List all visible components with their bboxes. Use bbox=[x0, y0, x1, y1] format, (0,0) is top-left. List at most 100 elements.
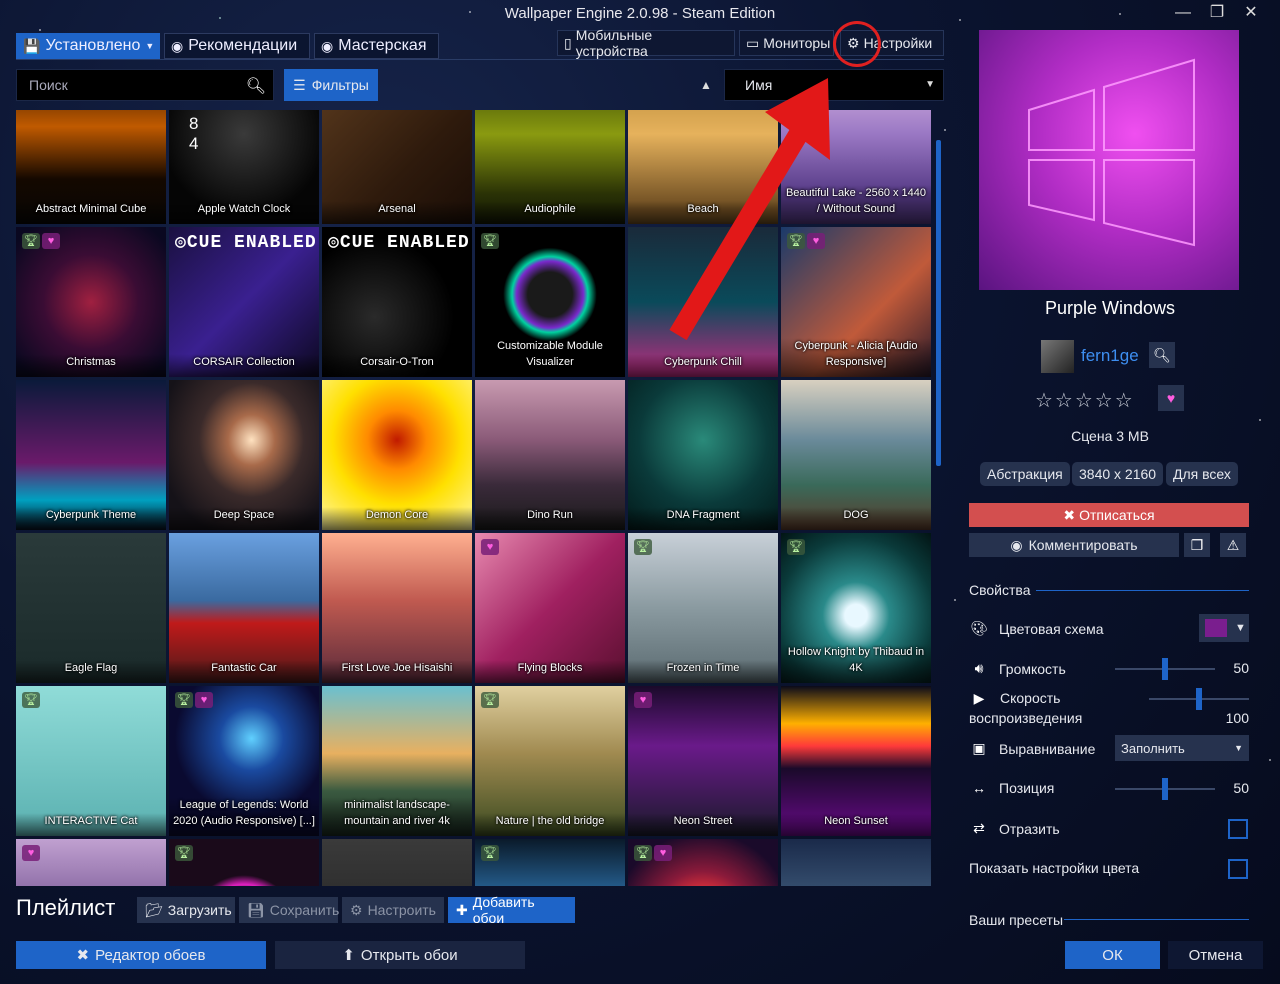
wallpaper-title: Frozen in Time bbox=[628, 660, 778, 683]
chevron-down-icon: ▼ bbox=[925, 79, 935, 90]
author-avatar[interactable] bbox=[1041, 340, 1074, 373]
tab-installed[interactable]: 💾 Установлено ▼ bbox=[16, 33, 160, 59]
wallpaper-title: Dino Run bbox=[475, 507, 625, 530]
heart-icon: ♥ bbox=[1166, 390, 1176, 406]
wallpaper-tile[interactable]: ♥ Flying Blocks bbox=[475, 533, 625, 683]
steam-icon: ◉ bbox=[171, 37, 184, 54]
wallpaper-tile[interactable]: 🏆︎ Hollow Knight by Thibaud in 4K bbox=[781, 533, 931, 683]
position-slider-handle[interactable] bbox=[1162, 778, 1168, 800]
close-button[interactable]: ✕ bbox=[1238, 3, 1264, 23]
search-icon[interactable]: 🔍︎ bbox=[246, 76, 266, 96]
comment-button[interactable]: ◉ Комментировать bbox=[969, 533, 1179, 557]
wallpaper-tile[interactable]: DNA Fragment bbox=[628, 380, 778, 530]
wallpaper-tile[interactable]: Deep Space bbox=[169, 380, 319, 530]
wallpaper-tile[interactable]: Dino Run bbox=[475, 380, 625, 530]
wallpaper-tile[interactable]: 🏆︎ Frozen in Time bbox=[628, 533, 778, 683]
copy-button[interactable]: ❐ bbox=[1184, 533, 1210, 557]
tile-badges: 🏆︎ bbox=[787, 539, 805, 555]
author-link[interactable]: fern1ge bbox=[1081, 346, 1139, 366]
wallpaper-tile[interactable]: 🏆︎ Nature | the old bridge bbox=[475, 686, 625, 836]
wallpaper-tile[interactable]: First Love Joe Hisaishi bbox=[322, 533, 472, 683]
steam-icon: ◉ bbox=[321, 37, 334, 54]
wallpaper-title: Neon Street bbox=[628, 813, 778, 836]
mirror-checkbox[interactable] bbox=[1228, 819, 1248, 839]
cancel-button[interactable]: Отмена bbox=[1168, 941, 1263, 969]
wallpaper-tile[interactable]: ♥ Neon Street bbox=[628, 686, 778, 836]
playlist-add-button[interactable]: ✚ Добавить обои bbox=[448, 894, 575, 926]
playlist-save-button[interactable]: 💾︎ Сохранить bbox=[239, 897, 340, 923]
wallpaper-tile[interactable]: ◎CUE ENABLED Corsair-O-Tron bbox=[322, 227, 472, 377]
wallpaper-title: Eagle Flag bbox=[16, 660, 166, 683]
wallpaper-tile[interactable]: Audiophile bbox=[475, 110, 625, 224]
volume-slider-handle[interactable] bbox=[1162, 658, 1168, 680]
wallpaper-tile[interactable]: 🏆︎ Customizable Module Visualizer bbox=[475, 227, 625, 377]
wallpaper-tile[interactable]: Cyberpunk Theme bbox=[16, 380, 166, 530]
wallpaper-tile[interactable]: 🏆︎ ♥ League of Legends: World 2020 (Audio … bbox=[169, 686, 319, 836]
unsubscribe-button[interactable]: ✖ Отписаться bbox=[969, 503, 1249, 527]
tab-workshop[interactable]: ◉ Мастерская bbox=[314, 33, 439, 59]
wallpaper-tile[interactable]: 🏆︎ bbox=[475, 839, 625, 886]
wallpaper-tile[interactable]: ♥ bbox=[16, 839, 166, 886]
playlist-load-button[interactable]: 📂︎ Загрузить bbox=[137, 897, 235, 923]
tools-icon: ✖ bbox=[76, 947, 90, 964]
report-button[interactable]: ⚠ bbox=[1220, 533, 1246, 557]
wallpaper-title: CORSAIR Collection bbox=[169, 354, 319, 377]
trophy-icon: 🏆︎ bbox=[481, 845, 499, 861]
tab-mobile-devices[interactable]: ▯ Мобильные устройства bbox=[557, 27, 735, 59]
playlist-load-label: Загрузить bbox=[167, 902, 232, 918]
wallpaper-tile[interactable]: ◎CUE ENABLED CORSAIR Collection bbox=[169, 227, 319, 377]
tile-badges: ♥ bbox=[22, 845, 40, 861]
wallpaper-tile[interactable]: 🏆︎ bbox=[169, 839, 319, 886]
volume-icon: 🔊︎ bbox=[974, 660, 984, 676]
alignment-select[interactable]: Заполнить ▼ bbox=[1115, 735, 1249, 761]
tag-item[interactable]: 3840 x 2160 bbox=[1072, 462, 1164, 486]
ok-button[interactable]: ОК bbox=[1065, 941, 1160, 969]
minimize-button[interactable]: — bbox=[1170, 3, 1196, 23]
wallpaper-editor-button[interactable]: ✖ Редактор обоев bbox=[16, 941, 266, 969]
wallpaper-tile[interactable]: 🏆︎ ♥ Christmas bbox=[16, 227, 166, 377]
tab-monitors[interactable]: ▭ Мониторы bbox=[739, 30, 834, 56]
restore-button[interactable]: ❐ bbox=[1204, 3, 1230, 23]
comment-label: Комментировать bbox=[1028, 537, 1138, 553]
tag-item[interactable]: Для всех bbox=[1166, 462, 1238, 486]
color-swatch bbox=[1205, 619, 1227, 637]
wallpaper-tile[interactable]: Arsenal bbox=[322, 110, 472, 224]
wallpaper-tile[interactable]: Abstract Minimal Cube bbox=[16, 110, 166, 224]
open-wallpaper-button[interactable]: ⬆ Открыть обои bbox=[275, 941, 525, 969]
favorite-button[interactable]: ♥ bbox=[1158, 385, 1184, 411]
swap-icon: ⇄ bbox=[973, 820, 985, 836]
wallpaper-title: Fantastic Car bbox=[169, 660, 319, 683]
speed-slider-handle[interactable] bbox=[1196, 688, 1202, 710]
tab-recommendations[interactable]: ◉ Рекомендации bbox=[164, 33, 310, 59]
heart-icon: ♥ bbox=[22, 845, 40, 861]
wallpaper-tile[interactable]: Neon Sunset bbox=[781, 686, 931, 836]
color-scheme-picker[interactable]: ▼ bbox=[1199, 614, 1249, 642]
close-icon: ✖ bbox=[1063, 506, 1076, 523]
wallpaper-tile[interactable]: 8 4 Apple Watch Clock bbox=[169, 110, 319, 224]
grid-scrollbar[interactable] bbox=[936, 140, 941, 466]
wallpaper-tile[interactable]: minimalist landscape-mountain and river … bbox=[322, 686, 472, 836]
author-search-button[interactable]: 🔍︎ bbox=[1149, 342, 1175, 368]
unsubscribe-label: Отписаться bbox=[1079, 507, 1155, 523]
wallpaper-tile[interactable]: 🏆︎ INTERACTIVE Cat bbox=[16, 686, 166, 836]
wallpaper-tile[interactable]: DOG bbox=[781, 380, 931, 530]
heart-icon: ♥ bbox=[42, 233, 60, 249]
prop-speed-label-1: Скорость bbox=[1000, 690, 1061, 706]
download-icon: 💾 bbox=[23, 37, 41, 54]
filters-button[interactable]: ☰ Фильтры bbox=[284, 69, 378, 101]
search-input[interactable] bbox=[17, 70, 237, 100]
wallpaper-tile[interactable]: 🏆︎ ♥ bbox=[628, 839, 778, 886]
wallpaper-tile[interactable]: Demon Core bbox=[322, 380, 472, 530]
show-color-checkbox[interactable] bbox=[1228, 859, 1248, 879]
tile-badges: 🏆︎ ♥ bbox=[175, 692, 213, 708]
wallpaper-tile[interactable] bbox=[322, 839, 472, 886]
rating-stars[interactable]: ☆☆☆☆☆ bbox=[1035, 388, 1135, 413]
title-bar: Wallpaper Engine 2.0.98 - Steam Edition … bbox=[0, 0, 1280, 26]
tile-badges: 🏆︎ ♥ bbox=[634, 845, 672, 861]
playlist-configure-button[interactable]: ⚙ Настроить bbox=[342, 897, 444, 923]
tag-item[interactable]: Абстракция bbox=[980, 462, 1070, 486]
wallpaper-tile[interactable]: Eagle Flag bbox=[16, 533, 166, 683]
wallpaper-tile[interactable]: Fantastic Car bbox=[169, 533, 319, 683]
playlist-save-label: Сохранить bbox=[269, 902, 340, 918]
wallpaper-tile[interactable] bbox=[781, 839, 931, 886]
